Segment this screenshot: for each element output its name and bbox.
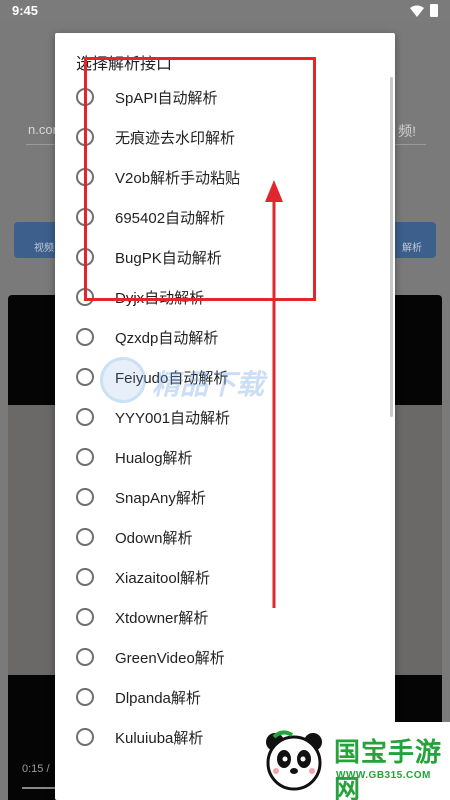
radio-button[interactable] — [76, 368, 94, 386]
option-item[interactable]: YYY001自动解析 — [55, 399, 395, 439]
option-label: SnapAny解析 — [115, 490, 206, 507]
option-item[interactable]: SnapAny解析 — [55, 479, 395, 519]
option-label: Feiyudo自动解析 — [115, 370, 229, 387]
brand-logo: 国宝手游网 WWW.GB315.COM — [250, 722, 450, 800]
radio-button[interactable] — [76, 568, 94, 586]
option-label: Dlpanda解析 — [115, 690, 201, 707]
annotation-arrow-icon — [265, 180, 283, 608]
option-label: Hualog解析 — [115, 450, 193, 467]
radio-button[interactable] — [76, 648, 94, 666]
option-label: Kuluiuba解析 — [115, 730, 204, 747]
brand-title: 国宝手游网 — [334, 737, 443, 800]
option-label: Xtdowner解析 — [115, 610, 209, 627]
option-item[interactable]: Xtdowner解析 — [55, 599, 395, 639]
brand-url: WWW.GB315.COM — [336, 770, 431, 781]
radio-button[interactable] — [76, 488, 94, 506]
battery-icon — [430, 4, 438, 17]
wifi-icon — [410, 5, 424, 17]
option-label: Odown解析 — [115, 530, 193, 547]
radio-button[interactable] — [76, 728, 94, 746]
radio-button[interactable] — [76, 528, 94, 546]
option-item[interactable]: Hualog解析 — [55, 439, 395, 479]
video-button-label: 视频 — [34, 243, 54, 254]
option-item[interactable]: Dlpanda解析 — [55, 679, 395, 719]
radio-button[interactable] — [76, 408, 94, 426]
option-item[interactable]: Qzxdp自动解析 — [55, 319, 395, 359]
status-bar: 9:45 — [0, 0, 450, 22]
option-item[interactable]: GreenVideo解析 — [55, 639, 395, 679]
video-time: 0:15 / — [22, 763, 50, 775]
option-label: GreenVideo解析 — [115, 650, 225, 667]
radio-button[interactable] — [76, 328, 94, 346]
option-item[interactable]: Xiazaitool解析 — [55, 559, 395, 599]
option-item[interactable]: Odown解析 — [55, 519, 395, 559]
status-time: 9:45 — [12, 3, 39, 18]
status-icons — [410, 4, 438, 17]
option-label: YYY001自动解析 — [115, 410, 231, 427]
radio-button[interactable] — [76, 448, 94, 466]
radio-button[interactable] — [76, 688, 94, 706]
option-label: Qzxdp自动解析 — [115, 330, 219, 347]
radio-button[interactable] — [76, 608, 94, 626]
url-input-tail: 频! — [398, 123, 416, 139]
panda-icon — [266, 730, 322, 791]
parse-button-label: 解析 — [402, 243, 422, 254]
option-label: Xiazaitool解析 — [115, 570, 211, 587]
option-item[interactable]: Feiyudo自动解析 — [55, 359, 395, 399]
